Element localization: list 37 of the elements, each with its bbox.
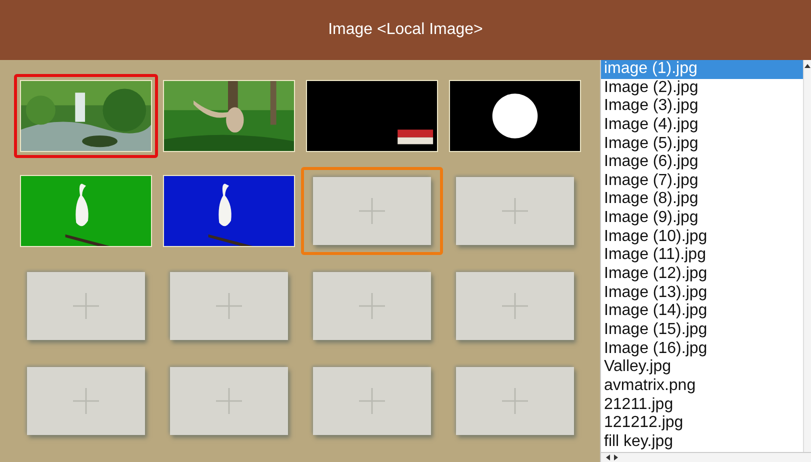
plus-icon: [358, 388, 384, 414]
file-list-item[interactable]: Image (2).jpg: [601, 78, 804, 98]
plus-icon: [216, 388, 242, 414]
file-list-item[interactable]: Image (4).jpg: [601, 116, 804, 135]
file-list-item[interactable]: Image (6).jpg: [601, 153, 804, 172]
plus-icon: [358, 198, 384, 224]
file-list-item[interactable]: 121212.jpg: [601, 414, 804, 433]
scrollbar[interactable]: [803, 60, 811, 452]
plus-icon: [358, 292, 384, 318]
scroll-up-icon[interactable]: [804, 63, 811, 69]
file-list-item[interactable]: avmatrix.png: [601, 376, 804, 396]
file-list-item[interactable]: Image (13).jpg: [601, 284, 804, 302]
plus-icon: [502, 198, 528, 224]
file-list-item[interactable]: Image (7).jpg: [601, 172, 804, 190]
scroll-left-icon[interactable]: [605, 454, 611, 461]
plus-icon: [72, 388, 98, 414]
file-list-item[interactable]: Image (16).jpg: [601, 340, 804, 358]
plus-icon: [502, 292, 528, 318]
file-list-item[interactable]: Image (12).jpg: [601, 265, 804, 284]
file-list-item[interactable]: Image (9).jpg: [601, 209, 804, 228]
file-list-item[interactable]: Image (14).jpg: [601, 302, 804, 321]
file-list-item[interactable]: Image (8).jpg: [601, 190, 804, 210]
image-thumbnail[interactable]: [14, 74, 158, 158]
file-list-item[interactable]: Image (11).jpg: [601, 246, 804, 266]
file-list-item[interactable]: Image (10).jpg: [601, 228, 804, 246]
file-list-item[interactable]: Image (5).jpg: [601, 134, 804, 154]
file-list-item[interactable]: 21211.jpg: [601, 396, 804, 414]
scroll-right-icon[interactable]: [613, 454, 619, 461]
file-list-item[interactable]: Image (3).jpg: [601, 97, 804, 116]
file-list-item[interactable]: Valley.jpg: [601, 358, 804, 377]
scrollbar[interactable]: [601, 452, 811, 462]
plus-icon: [502, 388, 528, 414]
plus-icon: [72, 292, 98, 318]
file-list-item[interactable]: Image (15).jpg: [601, 320, 804, 340]
file-list-item[interactable]: fill key.jpg: [601, 432, 804, 452]
window-title: Image <Local Image>: [328, 20, 483, 40]
plus-icon: [216, 292, 242, 318]
